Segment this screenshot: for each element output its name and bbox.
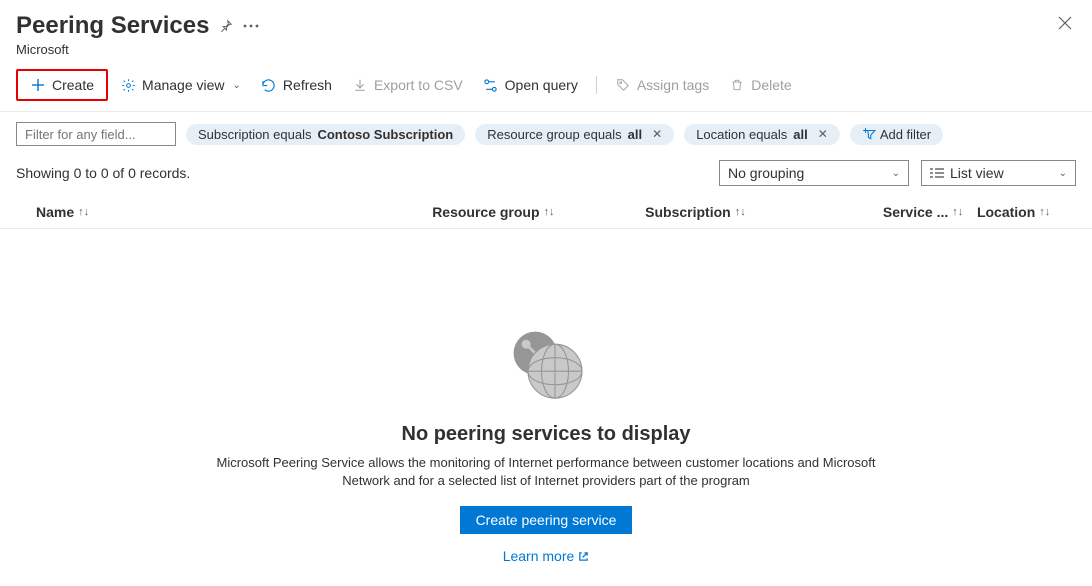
plus-icon — [30, 77, 46, 93]
tag-icon — [615, 77, 631, 93]
sort-icon: ↑↓ — [78, 206, 89, 218]
query-icon — [483, 77, 499, 93]
delete-button[interactable]: Delete — [721, 73, 799, 97]
col-loc-label: Location — [977, 204, 1035, 220]
refresh-label: Refresh — [283, 77, 332, 93]
sort-icon: ↑↓ — [544, 206, 555, 218]
add-filter-button[interactable]: Add filter — [850, 124, 943, 145]
export-csv-label: Export to CSV — [374, 77, 463, 93]
sort-icon: ↑↓ — [952, 206, 963, 218]
empty-title: No peering services to display — [20, 423, 1072, 446]
more-icon[interactable] — [243, 24, 259, 28]
manage-view-button[interactable]: Manage view ⌄ — [112, 73, 249, 97]
sort-icon: ↑↓ — [735, 206, 746, 218]
table-header: Name ↑↓ Resource group ↑↓ Subscription ↑↓ S… — [0, 196, 1092, 229]
create-button[interactable]: Create — [22, 73, 102, 97]
filter-add-icon — [862, 127, 876, 141]
view-mode-dropdown[interactable]: List view ⌄ — [921, 160, 1076, 186]
trash-icon — [729, 77, 745, 93]
column-header-service[interactable]: Service ... ↑↓ — [883, 204, 977, 220]
pin-icon[interactable] — [219, 19, 233, 33]
column-header-resourcegroup[interactable]: Resource group ↑↓ — [432, 204, 645, 220]
learn-more-label: Learn more — [503, 548, 575, 564]
record-count-text: Showing 0 to 0 of 0 records. — [16, 165, 190, 181]
empty-state: No peering services to display Microsoft… — [0, 229, 1092, 586]
create-highlight: Create — [16, 69, 108, 101]
column-header-location[interactable]: Location ↑↓ — [977, 204, 1076, 220]
col-sub-label: Subscription — [645, 204, 731, 220]
assign-tags-button[interactable]: Assign tags — [607, 73, 717, 97]
grouping-value: No grouping — [728, 165, 804, 181]
sort-icon: ↑↓ — [1039, 206, 1050, 218]
filter-sub-prefix: Subscription equals — [198, 127, 311, 142]
refresh-icon — [261, 77, 277, 93]
list-icon — [930, 167, 944, 179]
gear-icon — [120, 77, 136, 93]
chevron-down-icon: ⌄ — [1059, 168, 1067, 179]
filter-pill-subscription[interactable]: Subscription equals Contoso Subscription — [186, 124, 465, 145]
filter-loc-value: all — [793, 127, 807, 142]
export-csv-button[interactable]: Export to CSV — [344, 73, 471, 97]
toolbar: Create Manage view ⌄ Refresh Export to C… — [0, 61, 1092, 109]
toolbar-separator — [0, 111, 1092, 112]
column-header-subscription[interactable]: Subscription ↑↓ — [645, 204, 883, 220]
assign-tags-label: Assign tags — [637, 77, 709, 93]
grouping-dropdown[interactable]: No grouping ⌄ — [719, 160, 909, 186]
filter-loc-prefix: Location equals — [696, 127, 787, 142]
globe-icon — [20, 319, 1072, 409]
external-link-icon — [578, 551, 589, 562]
refresh-button[interactable]: Refresh — [253, 73, 340, 97]
col-svc-label: Service ... — [883, 204, 948, 220]
page-header: Peering Services Microsoft — [0, 0, 1092, 61]
filter-sub-value: Contoso Subscription — [317, 127, 453, 142]
open-query-button[interactable]: Open query — [475, 73, 586, 97]
filter-pill-location[interactable]: Location equals all ✕ — [684, 124, 840, 145]
close-icon[interactable] — [1054, 12, 1076, 34]
remove-filter-rg-icon[interactable]: ✕ — [652, 127, 662, 141]
remove-filter-loc-icon[interactable]: ✕ — [818, 127, 828, 141]
add-filter-label: Add filter — [880, 127, 931, 142]
filter-input[interactable] — [16, 122, 176, 146]
col-rg-label: Resource group — [432, 204, 539, 220]
open-query-label: Open query — [505, 77, 578, 93]
delete-label: Delete — [751, 77, 791, 93]
col-name-label: Name — [36, 204, 74, 220]
page-title: Peering Services — [16, 12, 209, 40]
chevron-down-icon: ⌄ — [892, 168, 900, 179]
download-icon — [352, 77, 368, 93]
empty-description: Microsoft Peering Service allows the mon… — [196, 454, 896, 490]
page-subtitle: Microsoft — [16, 42, 259, 57]
chevron-down-icon: ⌄ — [233, 80, 241, 91]
manage-view-label: Manage view — [142, 77, 225, 93]
create-peering-service-button[interactable]: Create peering service — [460, 506, 633, 534]
toolbar-divider — [596, 76, 597, 94]
learn-more-link[interactable]: Learn more — [503, 548, 590, 564]
status-row: Showing 0 to 0 of 0 records. No grouping… — [0, 146, 1092, 196]
column-header-name[interactable]: Name ↑↓ — [16, 204, 432, 220]
filter-pill-resourcegroup[interactable]: Resource group equals all ✕ — [475, 124, 674, 145]
filter-rg-prefix: Resource group equals — [487, 127, 621, 142]
view-mode-value: List view — [950, 165, 1051, 181]
create-label: Create — [52, 77, 94, 93]
filter-rg-value: all — [628, 127, 642, 142]
filter-row: Subscription equals Contoso Subscription… — [0, 122, 1092, 146]
